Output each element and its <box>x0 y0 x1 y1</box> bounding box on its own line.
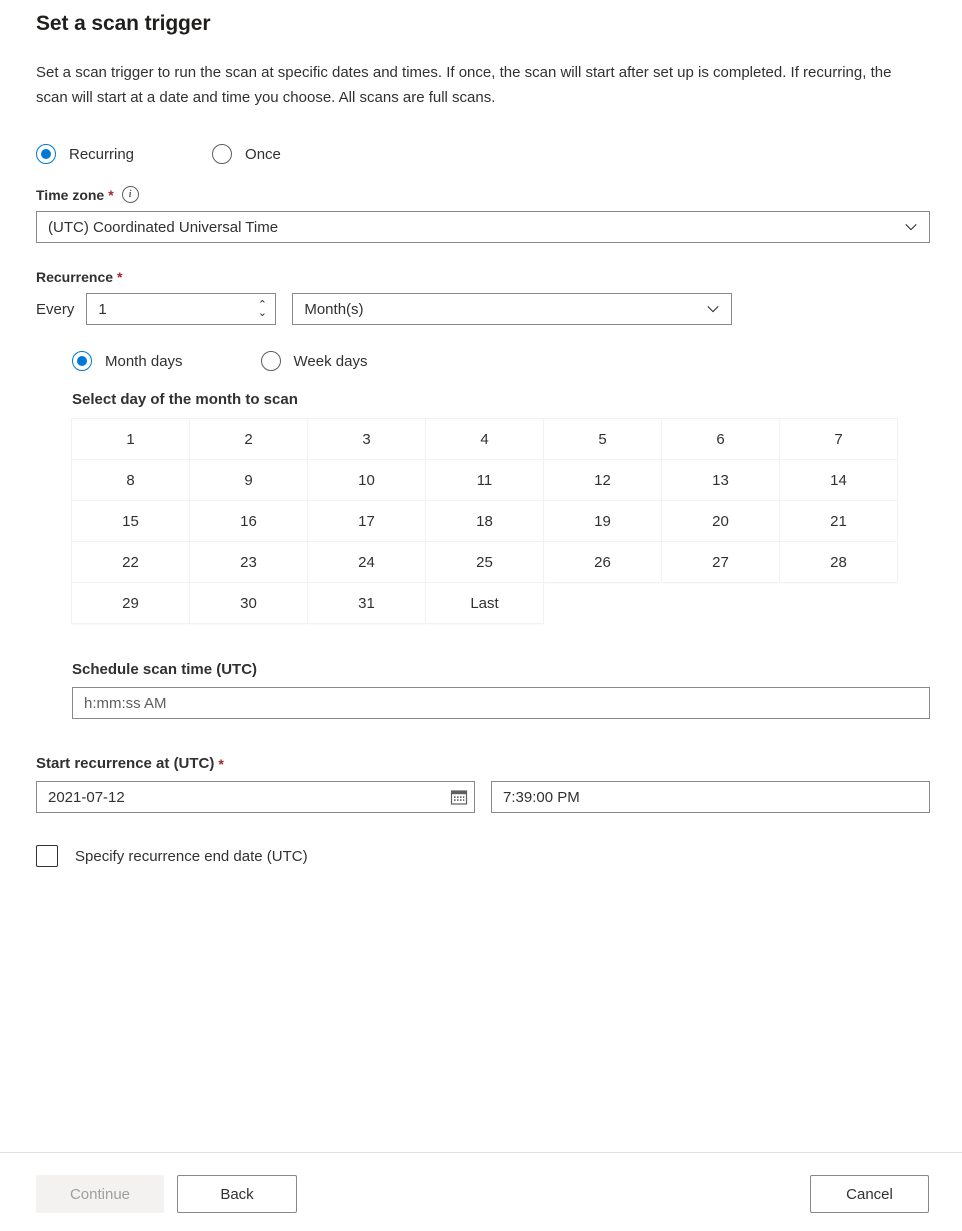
chevron-down-icon <box>706 302 720 316</box>
day-cell[interactable]: 26 <box>544 542 661 582</box>
time-zone-label-row: Time zone * i <box>36 186 930 203</box>
schedule-scan-time-value: h:mm:ss AM <box>84 695 167 712</box>
day-cell[interactable]: 7 <box>780 419 897 459</box>
day-cell[interactable]: 20 <box>662 501 779 541</box>
radio-once-label: Once <box>245 146 281 163</box>
radio-option-recurring[interactable]: Recurring <box>36 144 134 164</box>
info-icon[interactable]: i <box>122 186 139 203</box>
schedule-scan-time-label: Schedule scan time (UTC) <box>72 661 930 678</box>
radio-option-once[interactable]: Once <box>212 144 281 164</box>
quantity-stepper[interactable]: ⌃ ⌄ <box>248 294 275 324</box>
chevron-down-icon <box>904 220 918 234</box>
day-cell[interactable]: 28 <box>780 542 897 582</box>
day-picker-label: Select day of the month to scan <box>72 391 930 408</box>
page-title: Set a scan trigger <box>36 10 930 38</box>
recurrence-label: Recurrence <box>36 269 113 285</box>
radio-recurring-label: Recurring <box>69 146 134 163</box>
day-cell[interactable]: 31 <box>308 583 425 623</box>
radio-option-month-days[interactable]: Month days <box>72 351 183 371</box>
start-recurrence-label: Start recurrence at (UTC) <box>36 755 214 772</box>
day-cell[interactable]: Last <box>426 583 543 623</box>
panel-footer: Continue Back Cancel <box>0 1152 962 1231</box>
page-description: Set a scan trigger to run the scan at sp… <box>36 60 924 110</box>
specify-end-date-checkbox-row[interactable]: Specify recurrence end date (UTC) <box>36 845 930 867</box>
recurrence-interval-value: 1 <box>98 301 248 318</box>
day-cell[interactable]: 3 <box>308 419 425 459</box>
back-button[interactable]: Back <box>177 1175 297 1213</box>
start-recurrence-row: 2021-07-12 <box>36 781 930 813</box>
day-cell[interactable]: 15 <box>72 501 189 541</box>
day-cell[interactable]: 24 <box>308 542 425 582</box>
calendar-icon[interactable] <box>450 788 468 806</box>
start-time-value: 7:39:00 PM <box>503 789 580 806</box>
day-cell[interactable]: 9 <box>190 460 307 500</box>
day-cell[interactable]: 10 <box>308 460 425 500</box>
stepper-down-icon[interactable]: ⌄ <box>258 309 267 317</box>
day-cell[interactable]: 25 <box>426 542 543 582</box>
radio-option-week-days[interactable]: Week days <box>261 351 368 371</box>
continue-button[interactable]: Continue <box>36 1175 164 1213</box>
recurrence-required-marker: * <box>117 269 122 285</box>
day-cell[interactable]: 18 <box>426 501 543 541</box>
panel-content: Set a scan trigger Set a scan trigger to… <box>36 10 930 867</box>
start-time-input[interactable]: 7:39:00 PM <box>491 781 930 813</box>
radio-week-days-label: Week days <box>294 353 368 370</box>
day-cell[interactable]: 29 <box>72 583 189 623</box>
day-cell[interactable]: 19 <box>544 501 661 541</box>
day-cell[interactable]: 23 <box>190 542 307 582</box>
day-cell[interactable]: 17 <box>308 501 425 541</box>
recurrence-detail-section: Month days Week days Select day of the m… <box>72 351 930 719</box>
time-zone-label: Time zone <box>36 187 104 203</box>
schedule-scan-time-input[interactable]: h:mm:ss AM <box>72 687 930 719</box>
day-cell[interactable]: 11 <box>426 460 543 500</box>
cancel-button[interactable]: Cancel <box>810 1175 929 1213</box>
specify-end-date-label: Specify recurrence end date (UTC) <box>75 848 308 865</box>
day-cell[interactable]: 1 <box>72 419 189 459</box>
radio-once-icon[interactable] <box>212 144 232 164</box>
every-label: Every <box>36 301 74 318</box>
radio-month-days-icon[interactable] <box>72 351 92 371</box>
day-cell[interactable]: 27 <box>662 542 779 582</box>
start-recurrence-required-marker: * <box>218 756 223 772</box>
recurrence-unit-dropdown[interactable]: Month(s) <box>292 293 732 325</box>
start-date-input[interactable]: 2021-07-12 <box>36 781 475 813</box>
recurrence-interval-row: Every 1 ⌃ ⌄ Month(s) <box>36 293 930 325</box>
start-recurrence-label-row: Start recurrence at (UTC) * <box>36 755 930 772</box>
time-zone-value: (UTC) Coordinated Universal Time <box>48 219 278 236</box>
recurrence-interval-input[interactable]: 1 ⌃ ⌄ <box>86 293 276 325</box>
month-day-grid: 1234567891011121314151617181920212223242… <box>72 419 891 623</box>
day-cell[interactable]: 6 <box>662 419 779 459</box>
radio-recurring-icon[interactable] <box>36 144 56 164</box>
day-cell[interactable]: 16 <box>190 501 307 541</box>
start-date-value: 2021-07-12 <box>48 789 125 806</box>
radio-week-days-icon[interactable] <box>261 351 281 371</box>
scan-trigger-panel: Set a scan trigger Set a scan trigger to… <box>0 0 962 1152</box>
recurrence-mode-radio-group: Month days Week days <box>72 351 930 371</box>
day-cell[interactable]: 12 <box>544 460 661 500</box>
time-zone-dropdown[interactable]: (UTC) Coordinated Universal Time <box>36 211 930 243</box>
time-zone-required-marker: * <box>108 187 113 203</box>
trigger-type-radio-group: Recurring Once <box>36 144 930 164</box>
day-cell[interactable]: 21 <box>780 501 897 541</box>
day-cell[interactable]: 4 <box>426 419 543 459</box>
radio-month-days-label: Month days <box>105 353 183 370</box>
day-cell[interactable]: 13 <box>662 460 779 500</box>
specify-end-date-checkbox[interactable] <box>36 845 58 867</box>
day-cell[interactable]: 22 <box>72 542 189 582</box>
day-cell[interactable]: 5 <box>544 419 661 459</box>
recurrence-label-row: Recurrence * <box>36 269 930 285</box>
day-cell[interactable]: 2 <box>190 419 307 459</box>
recurrence-unit-value: Month(s) <box>304 301 363 318</box>
day-cell[interactable]: 30 <box>190 583 307 623</box>
day-cell[interactable]: 14 <box>780 460 897 500</box>
day-cell[interactable]: 8 <box>72 460 189 500</box>
